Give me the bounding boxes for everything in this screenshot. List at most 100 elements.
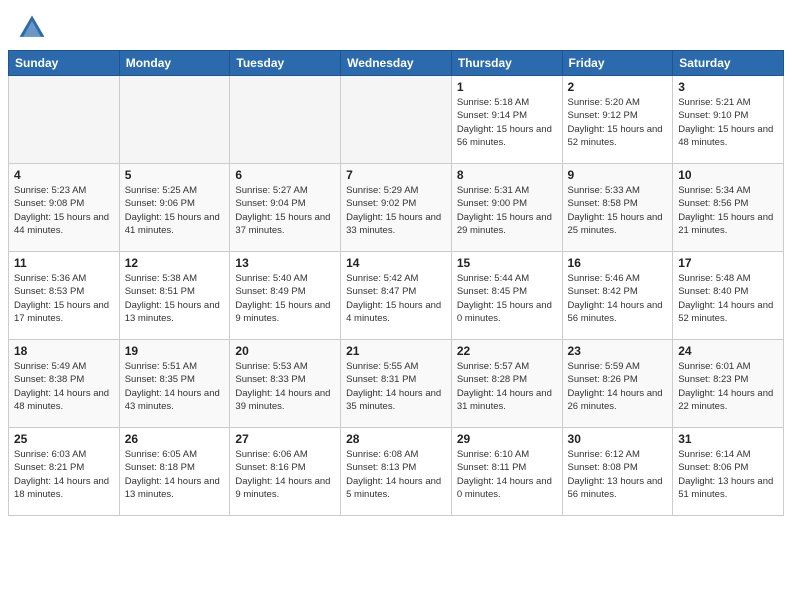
day-number: 25	[14, 432, 114, 446]
day-number: 22	[457, 344, 557, 358]
header-tuesday: Tuesday	[230, 51, 341, 76]
day-cell	[230, 76, 341, 164]
day-info: Sunrise: 6:01 AM Sunset: 8:23 PM Dayligh…	[678, 360, 778, 413]
day-number: 26	[125, 432, 225, 446]
day-number: 5	[125, 168, 225, 182]
header-monday: Monday	[119, 51, 230, 76]
day-cell: 25Sunrise: 6:03 AM Sunset: 8:21 PM Dayli…	[9, 428, 120, 516]
day-cell: 24 Sunrise: 6:01 AM Sunset: 8:23 PM Dayli…	[673, 340, 784, 428]
day-info: Sunrise: 5:53 AM Sunset: 8:33 PM Dayligh…	[235, 360, 335, 413]
day-cell	[119, 76, 230, 164]
day-cell	[9, 76, 120, 164]
day-info: Sunrise: 5:31 AM Sunset: 9:00 PM Dayligh…	[457, 184, 557, 237]
day-number: 1	[457, 80, 557, 94]
day-cell: 26Sunrise: 6:05 AM Sunset: 8:18 PM Dayli…	[119, 428, 230, 516]
calendar-container: Sunday Monday Tuesday Wednesday Thursday…	[8, 50, 784, 516]
day-number: 23	[568, 344, 668, 358]
day-info: Sunrise: 5:18 AM Sunset: 9:14 PM Dayligh…	[457, 96, 557, 149]
day-info: Sunrise: 5:20 AM Sunset: 9:12 PM Dayligh…	[568, 96, 668, 149]
day-info: Sunrise: 5:36 AM Sunset: 8:53 PM Dayligh…	[14, 272, 114, 325]
day-number: 4	[14, 168, 114, 182]
page: Sunday Monday Tuesday Wednesday Thursday…	[0, 0, 792, 612]
day-cell: 29Sunrise: 6:10 AM Sunset: 8:11 PM Dayli…	[451, 428, 562, 516]
day-number: 31	[678, 432, 778, 446]
day-info: Sunrise: 6:12 AM Sunset: 8:08 PM Dayligh…	[568, 448, 668, 501]
day-info: Sunrise: 6:06 AM Sunset: 8:16 PM Dayligh…	[235, 448, 335, 501]
day-info: Sunrise: 5:29 AM Sunset: 9:02 PM Dayligh…	[346, 184, 446, 237]
day-cell: 20 Sunrise: 5:53 AM Sunset: 8:33 PM Dayli…	[230, 340, 341, 428]
day-cell: 18Sunrise: 5:49 AM Sunset: 8:38 PM Dayli…	[9, 340, 120, 428]
day-number: 7	[346, 168, 446, 182]
day-cell: 15 Sunrise: 5:44 AM Sunset: 8:45 PM Dayli…	[451, 252, 562, 340]
day-cell: 3Sunrise: 5:21 AM Sunset: 9:10 PM Daylig…	[673, 76, 784, 164]
day-info: Sunrise: 5:51 AM Sunset: 8:35 PM Dayligh…	[125, 360, 225, 413]
day-cell: 17 Sunrise: 5:48 AM Sunset: 8:40 PM Dayli…	[673, 252, 784, 340]
day-cell: 28Sunrise: 6:08 AM Sunset: 8:13 PM Dayli…	[341, 428, 452, 516]
day-info: Sunrise: 5:44 AM Sunset: 8:45 PM Dayligh…	[457, 272, 557, 325]
day-cell: 23 Sunrise: 5:59 AM Sunset: 8:26 PM Dayli…	[562, 340, 673, 428]
day-info: Sunrise: 5:55 AM Sunset: 8:31 PM Dayligh…	[346, 360, 446, 413]
day-info: Sunrise: 5:34 AM Sunset: 8:56 PM Dayligh…	[678, 184, 778, 237]
logo	[16, 12, 52, 44]
day-cell	[341, 76, 452, 164]
day-cell: 12 Sunrise: 5:38 AM Sunset: 8:51 PM Dayli…	[119, 252, 230, 340]
day-number: 27	[235, 432, 335, 446]
day-info: Sunrise: 5:40 AM Sunset: 8:49 PM Dayligh…	[235, 272, 335, 325]
day-info: Sunrise: 5:49 AM Sunset: 8:38 PM Dayligh…	[14, 360, 114, 413]
day-number: 9	[568, 168, 668, 182]
day-info: Sunrise: 6:08 AM Sunset: 8:13 PM Dayligh…	[346, 448, 446, 501]
day-number: 11	[14, 256, 114, 270]
day-cell: 16 Sunrise: 5:46 AM Sunset: 8:42 PM Dayli…	[562, 252, 673, 340]
day-info: Sunrise: 5:23 AM Sunset: 9:08 PM Dayligh…	[14, 184, 114, 237]
day-number: 14	[346, 256, 446, 270]
week-row-3: 11 Sunrise: 5:36 AM Sunset: 8:53 PM Dayli…	[9, 252, 784, 340]
day-info: Sunrise: 5:57 AM Sunset: 8:28 PM Dayligh…	[457, 360, 557, 413]
day-cell: 31Sunrise: 6:14 AM Sunset: 8:06 PM Dayli…	[673, 428, 784, 516]
day-number: 17	[678, 256, 778, 270]
day-cell: 7 Sunrise: 5:29 AM Sunset: 9:02 PM Daylig…	[341, 164, 452, 252]
day-cell: 21 Sunrise: 5:55 AM Sunset: 8:31 PM Dayli…	[341, 340, 452, 428]
day-cell: 2 Sunrise: 5:20 AM Sunset: 9:12 PM Daylig…	[562, 76, 673, 164]
day-number: 19	[125, 344, 225, 358]
day-info: Sunrise: 5:38 AM Sunset: 8:51 PM Dayligh…	[125, 272, 225, 325]
day-cell: 11 Sunrise: 5:36 AM Sunset: 8:53 PM Dayli…	[9, 252, 120, 340]
day-cell: 9 Sunrise: 5:33 AM Sunset: 8:58 PM Daylig…	[562, 164, 673, 252]
day-cell: 6 Sunrise: 5:27 AM Sunset: 9:04 PM Daylig…	[230, 164, 341, 252]
day-number: 16	[568, 256, 668, 270]
day-info: Sunrise: 6:10 AM Sunset: 8:11 PM Dayligh…	[457, 448, 557, 501]
day-number: 8	[457, 168, 557, 182]
day-info: Sunrise: 5:59 AM Sunset: 8:26 PM Dayligh…	[568, 360, 668, 413]
day-cell: 1 Sunrise: 5:18 AM Sunset: 9:14 PM Daylig…	[451, 76, 562, 164]
header-thursday: Thursday	[451, 51, 562, 76]
day-cell: 14 Sunrise: 5:42 AM Sunset: 8:47 PM Dayli…	[341, 252, 452, 340]
day-cell: 13 Sunrise: 5:40 AM Sunset: 8:49 PM Dayli…	[230, 252, 341, 340]
header-friday: Friday	[562, 51, 673, 76]
day-number: 20	[235, 344, 335, 358]
day-info: Sunrise: 5:42 AM Sunset: 8:47 PM Dayligh…	[346, 272, 446, 325]
day-info: Sunrise: 5:33 AM Sunset: 8:58 PM Dayligh…	[568, 184, 668, 237]
day-info: Sunrise: 5:27 AM Sunset: 9:04 PM Dayligh…	[235, 184, 335, 237]
day-number: 2	[568, 80, 668, 94]
day-number: 15	[457, 256, 557, 270]
day-number: 6	[235, 168, 335, 182]
day-number: 13	[235, 256, 335, 270]
header	[0, 0, 792, 50]
day-info: Sunrise: 5:46 AM Sunset: 8:42 PM Dayligh…	[568, 272, 668, 325]
header-saturday: Saturday	[673, 51, 784, 76]
week-row-1: 1 Sunrise: 5:18 AM Sunset: 9:14 PM Daylig…	[9, 76, 784, 164]
day-info: Sunrise: 5:48 AM Sunset: 8:40 PM Dayligh…	[678, 272, 778, 325]
calendar-table: Sunday Monday Tuesday Wednesday Thursday…	[8, 50, 784, 516]
day-number: 21	[346, 344, 446, 358]
week-row-5: 25Sunrise: 6:03 AM Sunset: 8:21 PM Dayli…	[9, 428, 784, 516]
logo-icon	[16, 12, 48, 44]
day-number: 24	[678, 344, 778, 358]
day-info: Sunrise: 5:21 AM Sunset: 9:10 PM Dayligh…	[678, 96, 778, 149]
header-row: Sunday Monday Tuesday Wednesday Thursday…	[9, 51, 784, 76]
week-row-4: 18Sunrise: 5:49 AM Sunset: 8:38 PM Dayli…	[9, 340, 784, 428]
day-cell: 22 Sunrise: 5:57 AM Sunset: 8:28 PM Dayli…	[451, 340, 562, 428]
day-number: 10	[678, 168, 778, 182]
day-cell: 8 Sunrise: 5:31 AM Sunset: 9:00 PM Daylig…	[451, 164, 562, 252]
day-cell: 4 Sunrise: 5:23 AM Sunset: 9:08 PM Daylig…	[9, 164, 120, 252]
day-number: 12	[125, 256, 225, 270]
day-cell: 19 Sunrise: 5:51 AM Sunset: 8:35 PM Dayli…	[119, 340, 230, 428]
